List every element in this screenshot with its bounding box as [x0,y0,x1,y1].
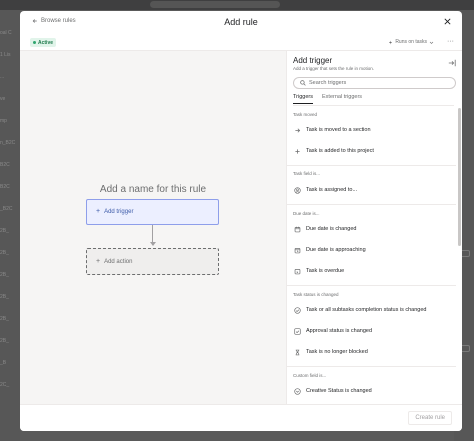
background-row: B2C [0,162,10,168]
section-heading-custom-field: Custom field is... [293,373,327,378]
search-triggers-field[interactable] [293,77,456,89]
arrow-right-icon [293,126,301,134]
trigger-item-label: Task is overdue [306,268,345,274]
add-action-label: Add action [104,258,133,265]
close-icon[interactable] [443,17,452,26]
hourglass-icon [293,348,301,356]
background-topbar [0,0,474,10]
trigger-item-due-date-changed[interactable]: Due date is changed [293,223,450,235]
section-divider [287,204,456,205]
trigger-item-moved-to-section[interactable]: Task is moved to a section [293,124,450,136]
user-icon [293,186,301,194]
section-heading-task-moved: Task moved [293,112,318,117]
runs-on-dropdown[interactable]: Runs on tasks [388,39,434,45]
add-action-button[interactable]: + Add action [86,248,219,275]
section-heading-task-status: Task status is changed [293,292,339,297]
background-row: 2B_ [0,294,9,300]
section-divider [287,366,456,367]
plus-icon: + [96,257,101,265]
trigger-item-label: Approval status is changed [306,328,373,334]
tab-triggers[interactable]: Triggers [293,94,313,104]
trigger-tabs: Triggers External triggers [293,94,454,106]
trigger-item-completion-status[interactable]: Task or all subtasks completion status i… [293,304,450,316]
modal-footer: Create rule [20,404,462,431]
status-badge[interactable]: Active [30,38,57,47]
trigger-item-label: Task is no longer blocked [306,349,368,355]
chevron-down-icon [429,41,434,44]
search-icon [300,80,306,86]
background-row: n_B2C [0,140,16,146]
background-row: B2C [0,184,10,190]
trigger-item-label: Due date is changed [306,226,357,232]
rule-canvas: Add a name for this rule + Add trigger +… [20,51,286,404]
trigger-item-task-overdue[interactable]: Task is overdue [293,265,450,277]
lightning-icon [389,40,393,44]
add-trigger-label: Add trigger [104,209,134,215]
background-row: 2B_ [0,316,9,322]
check-circle-icon [293,306,301,314]
background-row: ve [0,96,6,102]
section-heading-task-field: Task field is... [293,171,321,176]
search-triggers-input[interactable] [309,80,449,86]
trigger-list: Task moved Task is moved to a section Ta… [287,108,456,404]
background-row: mp [0,118,7,124]
section-divider [287,165,456,166]
background-row: oal C [0,30,12,36]
trigger-item-no-longer-blocked[interactable]: Task is no longer blocked [293,346,450,358]
rule-name-input[interactable]: Add a name for this rule [20,184,286,195]
collapse-panel-icon[interactable] [448,59,456,67]
connector-arrow-icon [149,242,156,246]
thumbs-up-icon [293,327,301,335]
background-row: 2B_ [0,272,9,278]
background-row: _B2C [0,206,13,212]
calendar-clock-icon [293,246,301,254]
create-rule-button[interactable]: Create rule [408,411,452,425]
trigger-item-due-date-approaching[interactable]: Due date is approaching [293,244,450,256]
status-badge-label: Active [38,39,54,46]
tab-external-triggers[interactable]: External triggers [322,94,362,103]
dropdown-field-icon [293,387,301,395]
panel-title: Add trigger [293,56,333,65]
modal-header: Browse rules Add rule [20,11,462,34]
plus-icon: + [96,208,101,215]
add-trigger-button[interactable]: + Add trigger [86,199,219,225]
trigger-item-label: Creative Status is changed [306,388,372,394]
section-heading-due-date: Due date is... [293,211,320,216]
background-row: 2B_ [0,250,9,256]
background-row: 1 Lis [0,52,11,58]
trigger-item-label: Due date is approaching [306,247,366,253]
plus-icon [293,147,301,155]
background-row: ... [0,74,5,80]
trigger-item-approval-status[interactable]: Approval status is changed [293,325,450,337]
background-search-bar [150,1,280,8]
add-trigger-panel: Add trigger Add a trigger that sets the … [286,51,462,404]
modal-title: Add rule [224,17,258,27]
trigger-item-creative-status[interactable]: Creative Status is changed [293,385,450,397]
calendar-arrow-icon [293,267,301,275]
trigger-item-added-to-project[interactable]: Task is added to this project [293,145,450,157]
background-row: 2B_ [0,228,9,234]
background-row: _B [0,360,7,366]
background-row: 2B_ [0,338,9,344]
background-row: 2C_ [0,382,10,388]
status-dot-icon [33,41,36,44]
trigger-item-label: Task or all subtasks completion status i… [306,307,427,313]
trigger-item-label: Task is assigned to... [306,187,358,193]
background-left-list: oal C 1 Lis... ve mp n_B2C B2C B2C _B2C 2B_ 2B_ 2B… [0,10,20,441]
runs-on-label: Runs on tasks [395,39,427,45]
trigger-item-assigned-to[interactable]: Task is assigned to... [293,184,450,196]
trigger-item-label: Task is added to this project [306,148,374,154]
calendar-icon [293,225,301,233]
trigger-list-scrollbar[interactable] [458,108,461,246]
add-rule-modal: Browse rules Add rule Active Runs on tas… [20,11,462,431]
trigger-item-label: Task is moved to a section [306,127,371,133]
more-options-button[interactable]: ··· [447,38,454,45]
section-divider [287,285,456,286]
rule-status-bar: Active Runs on tasks ··· [20,34,462,51]
panel-subtitle: Add a trigger that sets the rule in moti… [293,66,375,71]
